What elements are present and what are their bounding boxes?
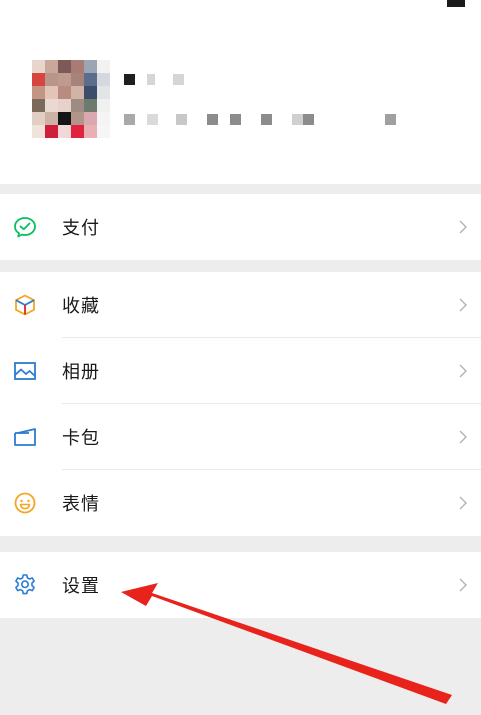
menu-item-cards[interactable]: 卡包 (0, 404, 481, 470)
menu-item-favorites[interactable]: 收藏 (0, 272, 481, 338)
pay-section: 支付 (0, 194, 481, 260)
status-bar-fragment (447, 0, 465, 7)
menu-item-favorites-label: 收藏 (62, 296, 100, 317)
menu-item-stickers[interactable]: 表情 (0, 470, 481, 536)
menu-item-stickers-label: 表情 (62, 494, 100, 515)
chevron-right-icon (459, 298, 467, 312)
settings-section: 设置 (0, 552, 481, 618)
menu-item-settings-label: 设置 (62, 576, 100, 597)
chevron-right-icon (459, 220, 467, 234)
cube-icon (12, 292, 38, 318)
menu-item-pay[interactable]: 支付 (0, 194, 481, 260)
wechat-id-redacted (124, 114, 408, 125)
smiley-icon (12, 490, 38, 516)
nickname-redacted (124, 74, 196, 85)
menu-item-cards-label: 卡包 (62, 428, 100, 449)
wechat-pay-icon (12, 214, 38, 240)
image-icon (12, 358, 38, 384)
chevron-right-icon (459, 364, 467, 378)
card-icon (12, 424, 38, 450)
chevron-right-icon (459, 578, 467, 592)
features-section: 收藏 相册 卡包 表情 (0, 272, 481, 536)
chevron-right-icon (459, 496, 467, 510)
avatar[interactable] (32, 60, 110, 138)
chevron-right-icon (459, 430, 467, 444)
menu-item-album-label: 相册 (62, 362, 100, 383)
menu-item-pay-label: 支付 (62, 218, 100, 239)
gear-icon (12, 572, 38, 598)
menu-item-album[interactable]: 相册 (0, 338, 481, 404)
profile-header[interactable] (0, 0, 481, 184)
menu-item-settings[interactable]: 设置 (0, 552, 481, 618)
